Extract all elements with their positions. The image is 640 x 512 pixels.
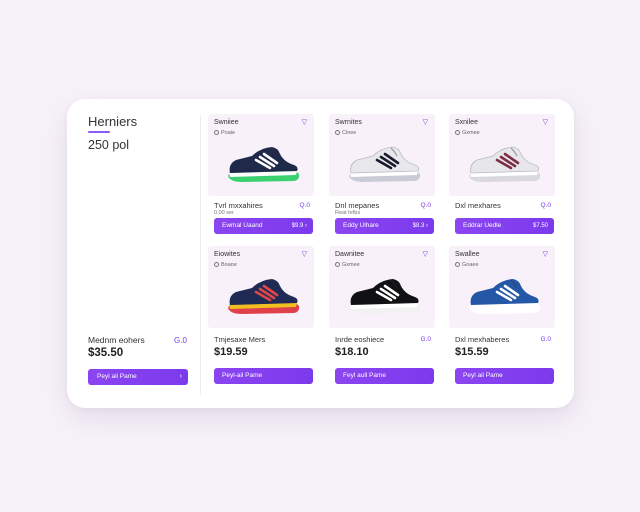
product-subtitle-text: Poaie: [221, 130, 236, 136]
product-name: Tvrl mxxahires: [214, 201, 263, 210]
product-subtitle-text: Gxmee: [342, 262, 360, 268]
product-subtitle-text: Goaee: [462, 262, 479, 268]
product-subtitle: Gxmee: [335, 262, 360, 268]
sidebar: Herniers 250 pol Mednm eohers G.0 $35.50…: [67, 99, 200, 408]
product-title: Eiowites: [214, 251, 241, 258]
add-to-cart-button[interactable]: Peyl ail Pame: [455, 368, 554, 384]
button-label: Peyl ail Pame: [463, 372, 503, 379]
circle-icon: [455, 262, 460, 267]
product-name: Dxl mexhaberes: [455, 335, 510, 344]
product-title: Swniiee: [214, 119, 239, 126]
product-subtitle-text: Cinee: [342, 130, 357, 136]
button-label: Eddy Ulhare: [343, 222, 379, 229]
add-to-cart-button[interactable]: Ewmal Uaand $9.9 ›: [214, 218, 313, 234]
chevron-down-icon[interactable]: ▽: [543, 250, 548, 258]
button-label: Peyl-ail Pame: [222, 372, 263, 379]
compare-icon[interactable]: G.0: [421, 336, 431, 343]
chevron-down-icon[interactable]: ▽: [423, 250, 428, 258]
product-image[interactable]: Eiowites Boaoe ▽: [208, 246, 314, 328]
button-label: Ewmal Uaand: [222, 222, 263, 229]
featured-name: Mednm eohers: [88, 335, 145, 345]
compare-icon[interactable]: Q.0: [421, 202, 431, 209]
featured-buy-label: Peyl ail Pame: [97, 373, 137, 380]
button-label: Feyl aull Pame: [343, 372, 386, 379]
brand-title: Herniers: [88, 114, 138, 129]
compare-icon[interactable]: Q.0: [300, 202, 310, 209]
product-subtitle: Poaie: [214, 130, 235, 136]
product-price: $18.10: [335, 346, 369, 358]
product-price: $15.59: [455, 346, 489, 358]
chevron-down-icon[interactable]: ▽: [543, 118, 548, 126]
featured-price: $35.50: [88, 347, 124, 359]
product-title: Swallee: [455, 251, 480, 258]
product-name: Dxl mexhares: [455, 201, 501, 210]
circle-icon: [214, 262, 219, 267]
product-name: Inrde eoshiece: [335, 335, 385, 344]
chevron-down-icon[interactable]: ▽: [302, 118, 307, 126]
product-title: Dawnitee: [335, 251, 365, 258]
product-price: $19.59: [214, 346, 248, 358]
sneaker-icon: [228, 147, 300, 182]
sneaker-icon: [469, 146, 541, 182]
product-image[interactable]: Swallee Goaee ▽: [449, 246, 555, 328]
sneaker-icon: [349, 279, 421, 314]
circle-icon: [214, 130, 219, 135]
sneaker-icon: [349, 146, 421, 182]
compare-icon[interactable]: Q.0: [541, 202, 551, 209]
brand-underline: [88, 131, 110, 133]
product-name: Dnl mepanes: [335, 201, 380, 210]
product-title: Sxnilee: [455, 119, 478, 126]
product-subtitle-text: Gxmee: [462, 130, 480, 136]
product-image[interactable]: Swrnites Cinee ▽: [329, 114, 435, 196]
product-title: Swrnites: [335, 119, 362, 126]
product-subtitle: Goaee: [455, 262, 479, 268]
circle-icon: [335, 130, 340, 135]
sneaker-icon: [469, 279, 541, 314]
chevron-down-icon[interactable]: ▽: [423, 118, 428, 126]
add-to-cart-button[interactable]: Eddrar Uedle $7.50: [455, 218, 554, 234]
featured-buy-button[interactable]: Peyl ail Pame ›: [88, 369, 188, 385]
sneaker-icon: [228, 279, 300, 314]
compare-icon[interactable]: G.0: [541, 336, 551, 343]
product-subtitle: Cinee: [335, 130, 356, 136]
button-price: $8.3 ›: [412, 223, 428, 229]
product-image[interactable]: Sxnilee Gxmee ▽: [449, 114, 555, 196]
product-subtitle: Boaoe: [214, 262, 237, 268]
featured-compare-icon[interactable]: G.0: [174, 336, 187, 345]
product-name: Tmjesaxe Mers: [214, 335, 266, 344]
add-to-cart-button[interactable]: Eddy Ulhare $8.3 ›: [335, 218, 434, 234]
product-subtitle: Gxmee: [455, 130, 480, 136]
button-label: Eddrar Uedle: [463, 222, 502, 229]
sidebar-divider: [200, 115, 201, 395]
product-count: 250 pol: [88, 138, 130, 152]
product-subtitle-text: Boaoe: [221, 262, 237, 268]
circle-icon: [335, 262, 340, 267]
product-stock: 0.00 ser: [214, 210, 234, 216]
circle-icon: [455, 130, 460, 135]
chevron-down-icon[interactable]: ▽: [302, 250, 307, 258]
add-to-cart-button[interactable]: Feyl aull Pame: [335, 368, 434, 384]
product-stock: Reat hrlbs: [335, 210, 361, 216]
product-panel: Herniers 250 pol Mednm eohers G.0 $35.50…: [67, 99, 574, 408]
chevron-right-icon: ›: [179, 373, 182, 380]
product-image[interactable]: Swniiee Poaie ▽: [208, 114, 314, 196]
add-to-cart-button[interactable]: Peyl-ail Pame: [214, 368, 313, 384]
button-price: $9.9 ›: [291, 223, 307, 229]
product-image[interactable]: Dawnitee Gxmee ▽: [329, 246, 435, 328]
button-price: $7.50: [532, 223, 548, 229]
